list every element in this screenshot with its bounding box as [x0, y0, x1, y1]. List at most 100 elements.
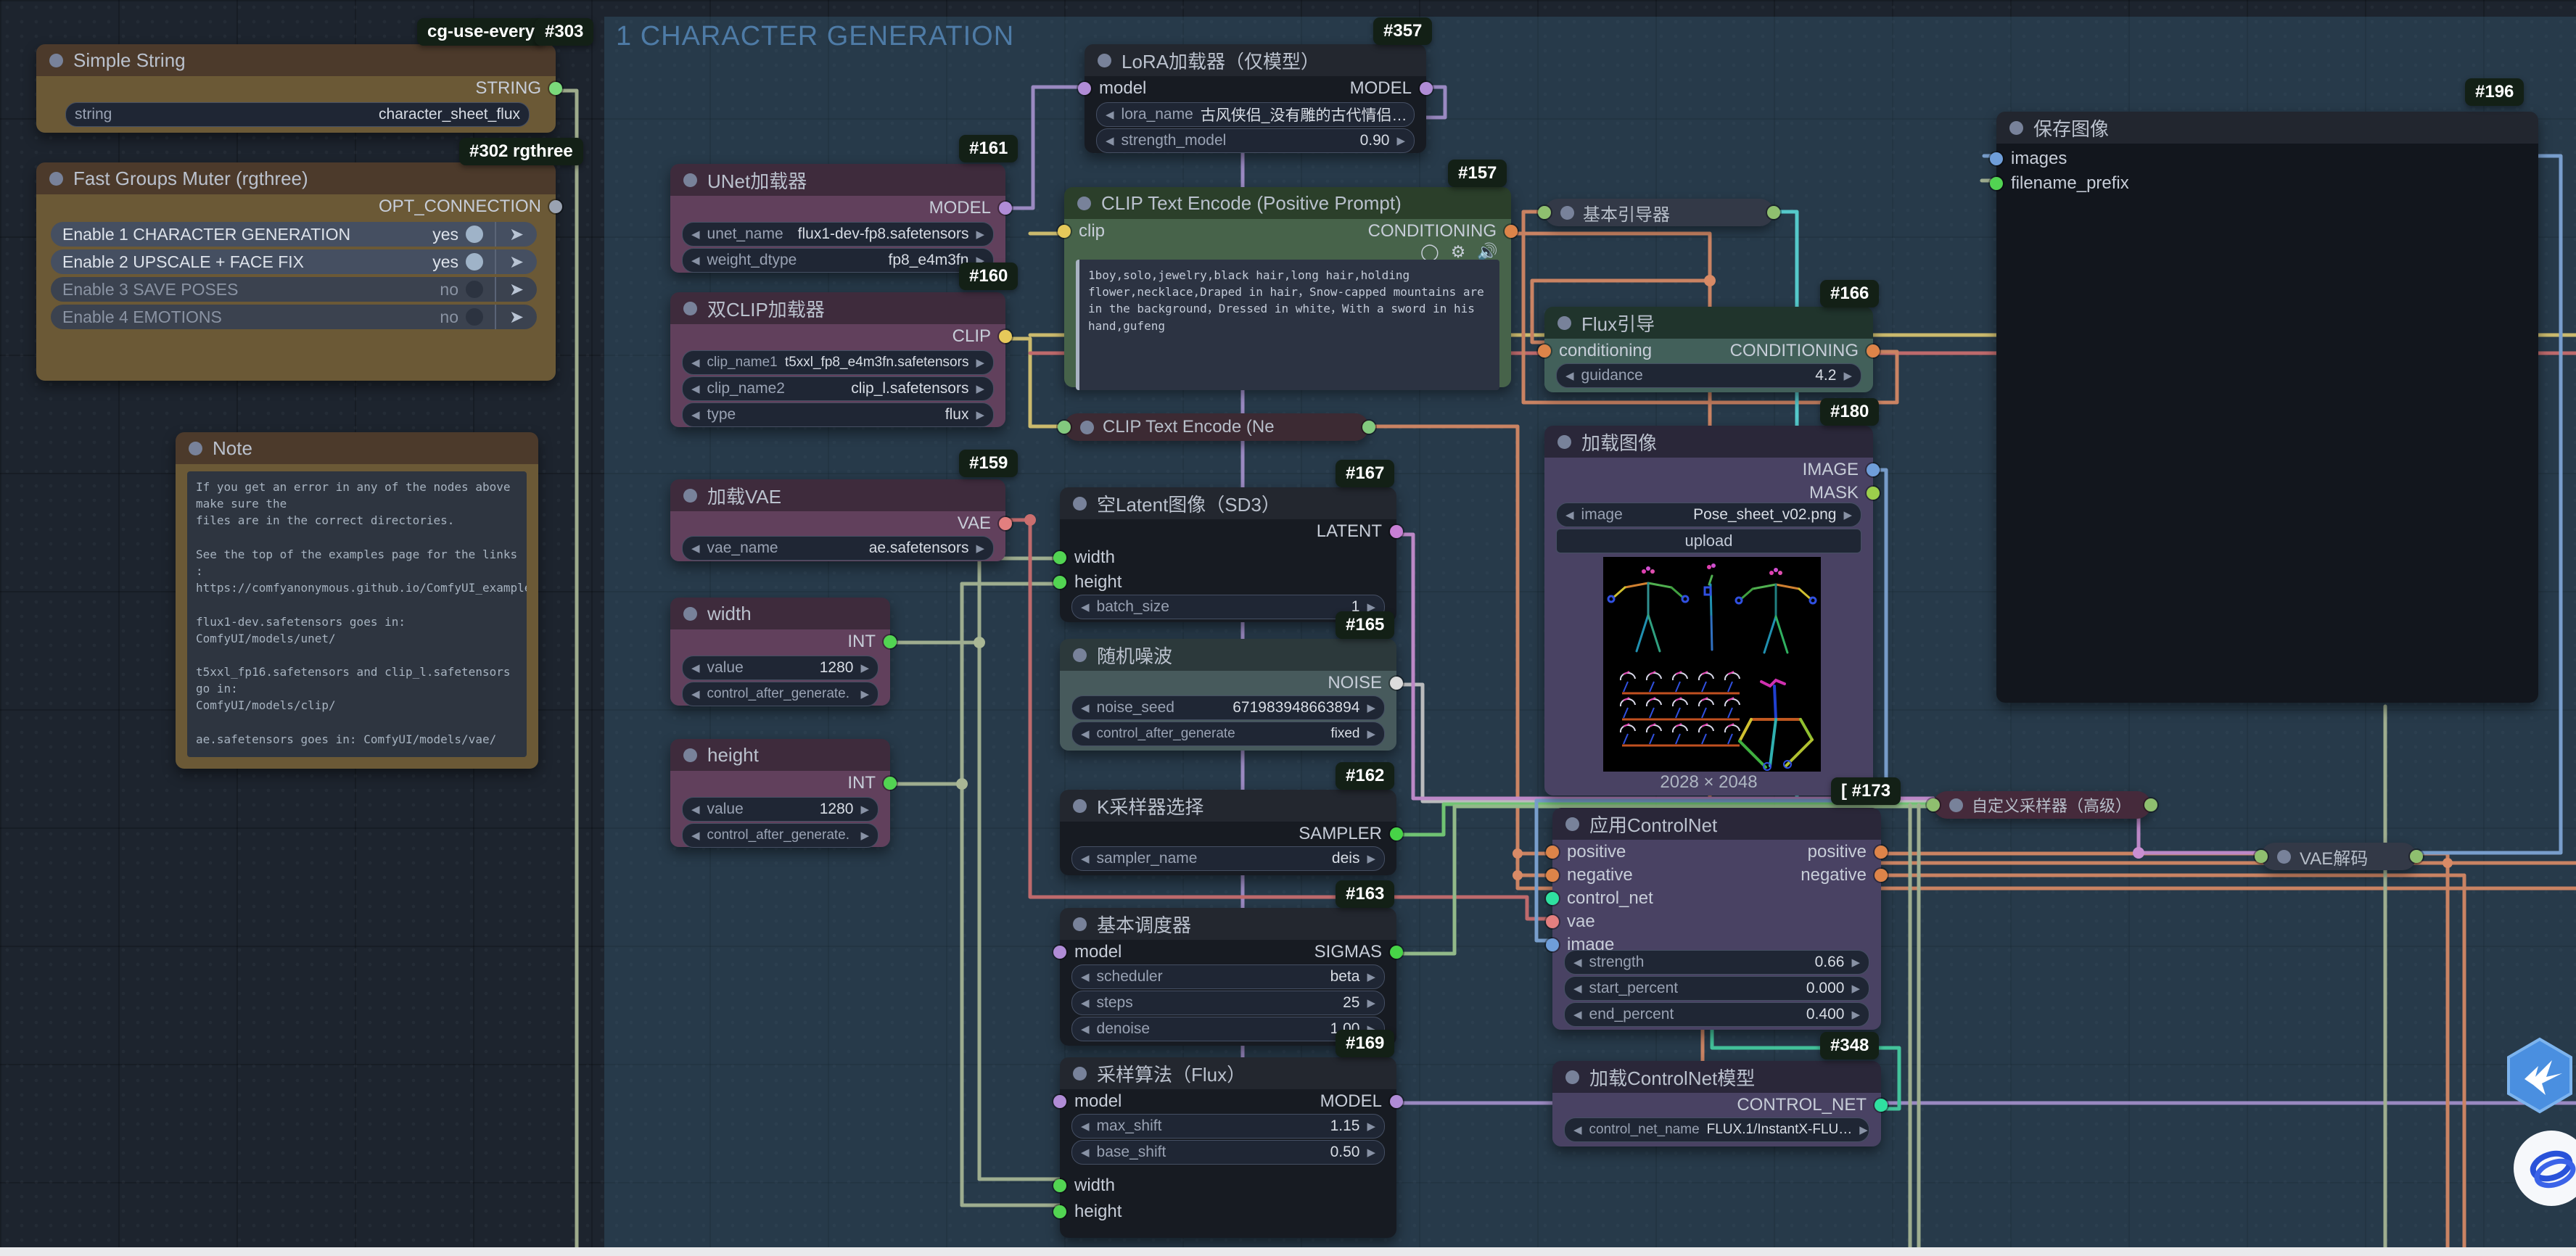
right-arrow-icon[interactable]: ▶: [1843, 508, 1852, 521]
clip-name2-widget[interactable]: ◀clip_name2clip_l.safetensors▶: [682, 376, 994, 401]
left-arrow-icon[interactable]: ◀: [1081, 1022, 1090, 1036]
right-arrow-icon[interactable]: ▶: [1859, 1123, 1868, 1136]
weight-dtype-widget[interactable]: ◀weight_dtypefp8_e4m3fn▶: [682, 248, 994, 273]
right-arrow-icon[interactable]: ▶: [860, 661, 869, 674]
collapse-dot[interactable]: [1565, 817, 1579, 831]
left-arrow-icon[interactable]: ◀: [1081, 600, 1090, 613]
image-output-port[interactable]: [1867, 463, 1880, 476]
strength-model-widget[interactable]: ◀strength_model0.90▶: [1096, 128, 1415, 153]
scheduler-widget[interactable]: ◀schedulerbeta▶: [1071, 964, 1385, 989]
left-arrow-icon[interactable]: ◀: [1573, 982, 1582, 995]
left-arrow-icon[interactable]: ◀: [1573, 1008, 1582, 1021]
collapse-dot[interactable]: [1565, 1070, 1579, 1084]
end-percent-widget[interactable]: ◀end_percent0.400▶: [1564, 1002, 1869, 1027]
node-load-image[interactable]: 加载图像 IMAGE MASK ◀imagePose_sheet_v02.png…: [1544, 426, 1873, 796]
jump-arrow-icon[interactable]: ➤: [495, 305, 537, 329]
toggle-main[interactable]: Enable 1 CHARACTER GENERATIONyes: [51, 222, 495, 247]
strength-widget[interactable]: ◀strength0.66▶: [1564, 950, 1869, 975]
collapse-dot[interactable]: [1080, 421, 1094, 434]
right-arrow-icon[interactable]: ▶: [1367, 970, 1375, 983]
collapse-dot[interactable]: [2277, 850, 2291, 864]
toggle-enable-4[interactable]: Enable 4 EMOTIONSno➤: [51, 305, 537, 329]
collapse-dot[interactable]: [1073, 1067, 1087, 1081]
height-input-port[interactable]: [1053, 1205, 1066, 1218]
left-arrow-icon[interactable]: ◀: [1106, 108, 1114, 121]
noise-output-port[interactable]: [1390, 677, 1403, 690]
node-load-vae[interactable]: 加载VAE VAE ◀vae_nameae.safetensors▶: [670, 479, 1005, 561]
collapse-dot[interactable]: [49, 172, 63, 186]
toggle-enable-3[interactable]: Enable 3 SAVE POSESno➤: [51, 277, 537, 302]
node-custom-sampler-collapsed[interactable]: 自定义采样器（高级）: [1933, 791, 2151, 819]
toggle-main[interactable]: Enable 3 SAVE POSESno: [51, 277, 495, 302]
collapse-dot[interactable]: [1557, 435, 1571, 449]
left-arrow-icon[interactable]: ◀: [1573, 1123, 1582, 1136]
node-title-bar[interactable]: 基本调度器: [1060, 908, 1396, 940]
node-lora-loader[interactable]: LoRA加载器（仅模型） modelMODEL ◀lora_name古风侠侣_没…: [1085, 44, 1426, 153]
right-arrow-icon[interactable]: ▶: [1367, 1120, 1375, 1133]
start-percent-widget[interactable]: ◀start_percent0.000▶: [1564, 976, 1869, 1001]
left-arrow-icon[interactable]: ◀: [1565, 369, 1574, 382]
node-title-bar[interactable]: height: [670, 739, 890, 771]
node-title-bar[interactable]: 空Latent图像（SD3）: [1060, 487, 1396, 519]
model-output-port[interactable]: [1420, 82, 1433, 95]
negative-input-port[interactable]: [1546, 869, 1559, 882]
collapse-dot[interactable]: [1077, 197, 1091, 210]
node-title-bar[interactable]: 加载图像: [1544, 426, 1873, 458]
gear-icon[interactable]: ⚙: [1451, 242, 1466, 262]
toggle-knob[interactable]: [466, 281, 483, 298]
left-arrow-icon[interactable]: ◀: [691, 382, 700, 395]
node-title-bar[interactable]: 保存图像: [1996, 112, 2538, 144]
node-title-bar[interactable]: 双CLIP加载器: [670, 292, 1005, 324]
sampler-name-widget[interactable]: ◀sampler_namedeis▶: [1071, 846, 1385, 871]
right-arrow-icon[interactable]: ▶: [1367, 852, 1375, 865]
collapsed-input-port[interactable]: [2255, 850, 2268, 863]
collapsed-output-port[interactable]: [1362, 421, 1375, 434]
jump-arrow-icon[interactable]: ➤: [495, 222, 537, 247]
node-clip-text-encode-negative-collapsed[interactable]: CLIP Text Encode (Ne: [1064, 413, 1369, 441]
collapse-dot[interactable]: [2009, 121, 2023, 135]
control-net-input-port[interactable]: [1546, 892, 1559, 905]
left-arrow-icon[interactable]: ◀: [1565, 508, 1574, 521]
images-input-port[interactable]: [1990, 152, 2003, 165]
node-dual-clip-loader[interactable]: 双CLIP加载器 CLIP ◀clip_name1t5xxl_fp8_e4m3f…: [670, 292, 1005, 427]
collapse-dot[interactable]: [683, 302, 697, 315]
left-arrow-icon[interactable]: ◀: [691, 408, 700, 421]
node-ksampler-select[interactable]: K采样器选择 SAMPLER ◀sampler_namedeis▶: [1060, 790, 1396, 875]
node-empty-latent-sd3[interactable]: 空Latent图像（SD3） LATENT width height ◀batc…: [1060, 487, 1396, 622]
collapse-dot[interactable]: [189, 442, 202, 455]
node-width[interactable]: width INT ◀value1280▶ ◀control_after_gen…: [670, 598, 890, 706]
node-title-bar[interactable]: Flux引导: [1544, 307, 1873, 339]
left-arrow-icon[interactable]: ◀: [1106, 134, 1114, 147]
conditioning-output-port[interactable]: [1867, 344, 1880, 358]
max-shift-widget[interactable]: ◀max_shift1.15▶: [1071, 1114, 1385, 1139]
width-input-port[interactable]: [1053, 551, 1066, 564]
left-arrow-icon[interactable]: ◀: [1081, 970, 1090, 983]
collapse-dot[interactable]: [49, 54, 63, 67]
node-title-bar[interactable]: LoRA加载器（仅模型）: [1085, 44, 1426, 76]
model-input-port[interactable]: [1078, 82, 1091, 95]
positive-input-port[interactable]: [1546, 846, 1559, 859]
node-apply-controlnet[interactable]: 应用ControlNet positivepositive negativene…: [1552, 808, 1881, 1030]
jump-arrow-icon[interactable]: ➤: [495, 277, 537, 302]
left-arrow-icon[interactable]: ◀: [1573, 956, 1582, 969]
sampler-output-port[interactable]: [1390, 827, 1403, 840]
collapsed-output-port[interactable]: [2410, 850, 2423, 863]
collapse-dot[interactable]: [1073, 799, 1087, 813]
collapsed-output-port[interactable]: [1767, 206, 1780, 219]
collapse-dot[interactable]: [683, 748, 697, 762]
model-output-port[interactable]: [999, 202, 1012, 215]
collapsed-output-port[interactable]: [2144, 798, 2157, 811]
collapse-dot[interactable]: [1557, 316, 1571, 330]
string-widget[interactable]: stringcharacter_sheet_flux: [65, 102, 530, 127]
right-arrow-icon[interactable]: ▶: [1851, 982, 1860, 995]
right-arrow-icon[interactable]: ▶: [860, 803, 869, 816]
upload-button[interactable]: upload: [1556, 529, 1861, 553]
node-title-bar[interactable]: 随机噪波: [1060, 639, 1396, 671]
model-input-port[interactable]: [1053, 946, 1066, 959]
collapse-dot[interactable]: [1073, 648, 1087, 662]
right-arrow-icon[interactable]: ▶: [1851, 956, 1860, 969]
node-save-image[interactable]: 保存图像 images filename_prefix: [1996, 112, 2538, 703]
left-arrow-icon[interactable]: ◀: [1081, 1120, 1090, 1133]
node-title-bar[interactable]: 加载ControlNet模型: [1552, 1061, 1881, 1093]
collapse-dot[interactable]: [1560, 206, 1574, 220]
